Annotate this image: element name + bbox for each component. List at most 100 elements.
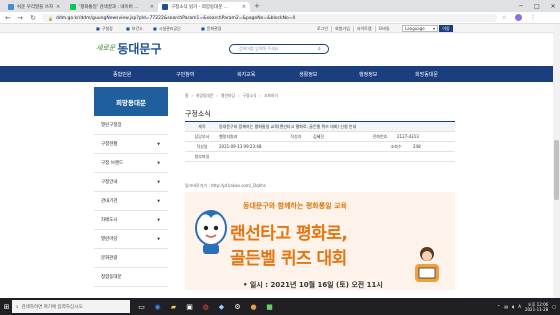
sidebar-item[interactable]: 관내기관 ▼: [94, 192, 168, 211]
browser-tab[interactable]: 쉬운 우리말을 쓰자 ×: [4, 2, 64, 12]
chrome-icon[interactable]: ◍: [200, 301, 211, 312]
app-icon[interactable]: ◆: [216, 301, 227, 312]
gnb-item-life[interactable]: 생활정보: [299, 66, 317, 82]
language-select[interactable]: Language ▾: [402, 25, 438, 32]
facility-icon: ■: [153, 26, 157, 31]
signup-link[interactable]: 회원가입: [331, 25, 353, 32]
forward-button[interactable]: →: [15, 13, 25, 23]
browser-tab-strip: 쉬운 우리말을 쓰자 × '평화통일' 검색결과 : 네이버 ... × 구정소…: [0, 0, 560, 12]
search-icon[interactable]: ⌕: [318, 46, 321, 52]
chevron-down-icon: ▾: [432, 26, 435, 31]
sidebar-title: 희망동대문: [94, 87, 168, 116]
system-tray: ⌃ ▤ ◖ A 오후 12:06 2021-11-28 ▢: [497, 300, 556, 313]
site-search-input[interactable]: 검색어를 입력해 주세요: [229, 44, 329, 54]
notification-icon[interactable]: ▢: [552, 304, 556, 309]
chevron-down-icon: ▼: [157, 199, 160, 203]
url-text: ddm.go.kr/ddm/guungNewsview.jsp?pId=7722…: [55, 15, 296, 21]
file-explorer-icon[interactable]: ▰: [168, 301, 179, 312]
health-icon: ■: [126, 26, 130, 31]
scrollbar-thumb[interactable]: [554, 140, 559, 200]
maximize-button[interactable]: □: [530, 0, 544, 12]
poster-subtitle: 동대문구와 함께하는 평화통일 교육: [243, 202, 347, 210]
tab-label: '평화통일' 검색결과 : 네이버 ...: [79, 5, 139, 10]
windows-start-icon[interactable]: ⊞: [1, 301, 12, 312]
back-button[interactable]: ←: [3, 13, 13, 23]
task-view-icon[interactable]: ▭: [136, 301, 147, 312]
mascot-icon: [195, 210, 227, 254]
gnb-item-admin[interactable]: 행정정보: [359, 66, 377, 82]
breadcrumb-item[interactable]: 구정소식: [243, 93, 257, 99]
sidebar-item[interactable]: 자매도시 ▼: [94, 211, 168, 230]
close-icon[interactable]: ×: [150, 4, 154, 10]
chevron-down-icon: ▼: [157, 142, 160, 146]
close-icon[interactable]: ×: [242, 4, 246, 10]
login-link[interactable]: 로그인: [314, 26, 331, 32]
util-link-mayor[interactable]: ■ 구청장: [96, 25, 113, 32]
util-link-culture[interactable]: ■ 문화관광: [201, 25, 222, 32]
page-title: 구정소식: [185, 110, 211, 118]
breadcrumb-item[interactable]: 열린마당: [221, 93, 235, 99]
building-icon: ■: [96, 26, 100, 31]
sitemap-link[interactable]: 사이트맵: [352, 25, 375, 32]
ime-indicator[interactable]: A: [518, 304, 521, 309]
kebab-menu-icon[interactable]: ⋮: [530, 14, 536, 21]
app-icon[interactable]: ■: [264, 301, 275, 312]
sidebar-item[interactable]: 구정안내 ▼: [94, 173, 168, 192]
short-url-link[interactable]: 링크바로가기 : http://pf.kakao.com/_Dqhhs: [185, 183, 266, 189]
volume-icon[interactable]: ◖: [512, 304, 514, 309]
sidebar-item[interactable]: 구정현황 ▼: [94, 135, 168, 154]
date-row: 작성일 2021-09-13 09:23:48 조회수 248: [185, 142, 455, 152]
gnb-item-participation[interactable]: 구민참여: [176, 66, 194, 82]
chevron-down-icon: ▼: [157, 161, 160, 165]
breadcrumb-item: 조회하기: [264, 93, 279, 98]
util-link-health[interactable]: ■ 보건소: [126, 25, 143, 32]
event-poster-image: 동대문구와 함께하는 평화통일 교육 랜선타고 평화로, 골든벨 퀴즈 대회 •…: [185, 192, 455, 290]
close-icon[interactable]: ×: [56, 4, 60, 10]
sidebar-item[interactable]: 열린마당 ▼: [94, 230, 168, 249]
breadcrumb-item[interactable]: 희망동대문: [196, 93, 213, 99]
chevron-up-icon[interactable]: ⌃: [497, 304, 500, 309]
reading-child-icon: [415, 247, 439, 282]
gnb-item-welfare[interactable]: 복지교육: [237, 66, 255, 82]
clock[interactable]: 오후 12:06 2021-11-28: [525, 302, 548, 312]
minimize-button[interactable]: ─: [514, 0, 528, 12]
poster-title-line1: 랜선타고 평화로,: [230, 224, 348, 244]
post-subject: 동대문구와 함께하는 평화통일 교육(랜선타고 평화로, 골든벨 퀴즈 대회) …: [219, 123, 357, 129]
gnb-item-civil[interactable]: 종합민원: [113, 66, 131, 82]
sidebar-item[interactable]: 구정 브랜드 ▼: [94, 154, 168, 173]
lock-icon: 🔒: [48, 15, 53, 21]
dept-row: 담당부서 행정지원과 작성자 김혜진 전화번호 2127-4313: [185, 132, 455, 142]
home-icon[interactable]: 홈: [185, 93, 189, 99]
sidebar-item[interactable]: 문화관광: [94, 249, 168, 268]
util-right-links: 로그인 회원가입 사이트맵 모바일: [314, 25, 393, 32]
star-icon[interactable]: ☆: [502, 15, 506, 21]
avatar[interactable]: [515, 14, 522, 21]
language-go-button[interactable]: 이동: [439, 25, 453, 32]
main-navigation: 종합민원 구민참여 복지교육 생활정보 행정정보 희망동대문: [0, 66, 560, 82]
gnb-item-hope[interactable]: 희망동대문: [415, 66, 438, 82]
search-icon: ⌕: [16, 304, 19, 310]
network-icon[interactable]: ▤: [504, 304, 508, 309]
mobile-link[interactable]: 모바일: [374, 25, 393, 32]
tab-favicon-icon: [8, 4, 14, 10]
util-link-facility[interactable]: ■ 시설관리공단: [153, 25, 181, 32]
browser-toolbar: ← → ↻ 🔒 ddm.go.kr/ddm/guungNewsview.jsp?…: [0, 12, 560, 24]
window-close-button[interactable]: ✕: [546, 0, 560, 12]
browser-tab[interactable]: '평화통일' 검색결과 : 네이버 ... ×: [66, 2, 158, 12]
app-icon[interactable]: ●: [248, 301, 259, 312]
chevron-down-icon: ▼: [157, 180, 160, 184]
edge-icon[interactable]: ◉: [152, 301, 163, 312]
new-tab-button[interactable]: +: [254, 2, 260, 10]
address-bar[interactable]: 🔒 ddm.go.kr/ddm/guungNewsview.jsp?pId=77…: [42, 14, 497, 22]
browser-tab-active[interactable]: 구정소식 읽기 - 희망동대문 ... ×: [158, 2, 250, 12]
store-icon[interactable]: ▣: [184, 301, 195, 312]
breadcrumb: 홈 › 희망동대문 › 열린마당 › 구정소식 › 조회하기: [185, 93, 279, 99]
taskbar-search-input[interactable]: ⌕ 검색하려면 여기에 입력하십시오.: [12, 300, 130, 313]
sidebar-item[interactable]: 열린구청장: [94, 116, 168, 135]
reload-button[interactable]: ↻: [28, 13, 38, 23]
sidebar-item[interactable]: 청렴동대문: [94, 268, 168, 287]
site-logo[interactable]: 새로운 동대문구: [96, 38, 162, 58]
subject-row: 제목 동대문구와 함께하는 평화통일 교육(랜선타고 평화로, 골든벨 퀴즈 대…: [185, 122, 455, 132]
windows-taskbar: ⊞ ⌕ 검색하려면 여기에 입력하십시오. ▭ ◉ ▰ ▣ ◍ ◆ ⚙ ● ■ …: [0, 298, 560, 315]
steam-icon[interactable]: ⚙: [232, 301, 243, 312]
